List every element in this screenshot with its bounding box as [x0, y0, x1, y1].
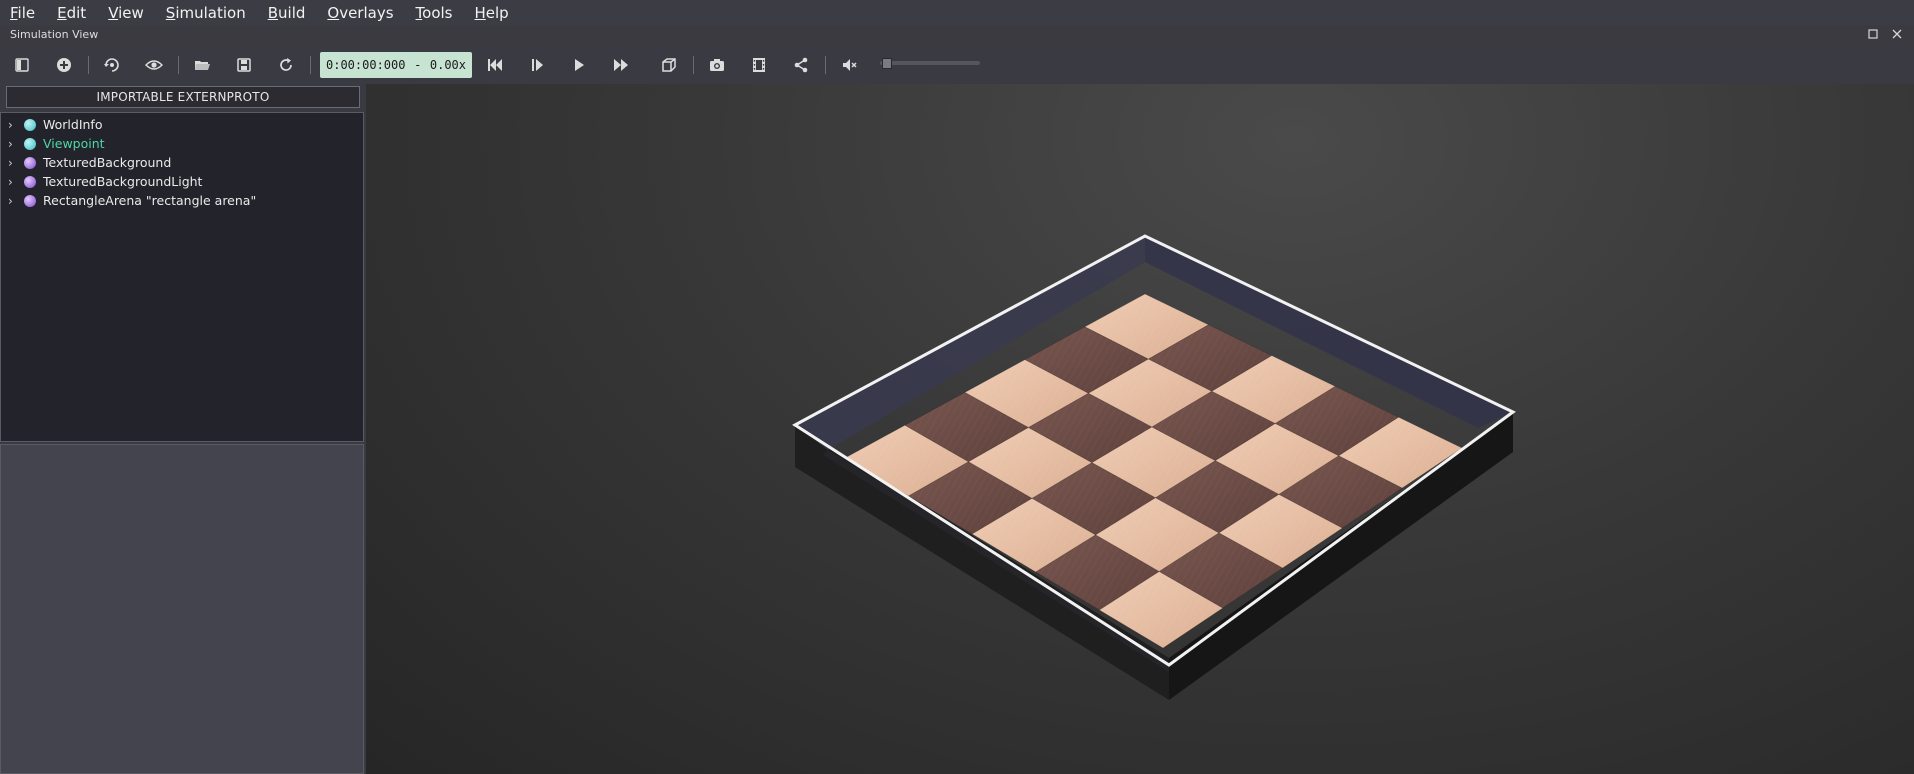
chevron-right-icon[interactable]: › [8, 175, 20, 189]
maximize-icon[interactable] [1866, 28, 1880, 42]
menu-tools[interactable]: Tools [412, 2, 457, 24]
arena-render [792, 234, 1516, 700]
step-button[interactable] [523, 52, 551, 78]
menu-view[interactable]: View [104, 2, 148, 24]
tree-item-texturedbackground[interactable]: › TexturedBackground [1, 153, 171, 172]
skip-back-icon [488, 59, 502, 71]
chevron-right-icon[interactable]: › [8, 156, 20, 170]
reset-simulation-button[interactable] [481, 52, 509, 78]
record-movie-button[interactable] [745, 52, 773, 78]
camera-icon [710, 59, 724, 71]
menu-file[interactable]: File [6, 2, 39, 24]
3d-view[interactable] [366, 84, 1914, 774]
tree-item-rectanglearena[interactable]: › RectangleArena "rectangle arena" [1, 191, 256, 210]
toolbar-playback [0, 46, 1914, 84]
proto-node-icon [24, 175, 36, 188]
volume-slider-track[interactable] [880, 61, 980, 65]
importable-externproto-button[interactable]: IMPORTABLE EXTERNPROTO [6, 86, 360, 108]
render-toggle-button[interactable] [655, 52, 683, 78]
proto-node-icon [24, 194, 36, 207]
node-icon [24, 118, 36, 131]
fast-forward-icon [614, 59, 628, 71]
chevron-right-icon[interactable]: › [8, 118, 20, 132]
menu-help[interactable]: Help [471, 2, 513, 24]
volume-slider-handle[interactable] [882, 58, 892, 69]
share-button[interactable] [787, 52, 815, 78]
menu-build[interactable]: Build [264, 2, 310, 24]
cube-icon [662, 58, 676, 72]
tree-item-texturedbackgroundlight[interactable]: › TexturedBackgroundLight [1, 172, 202, 191]
tree-item-viewpoint[interactable]: › Viewpoint [1, 134, 105, 153]
tree-item-worldinfo[interactable]: › WorldInfo [1, 115, 102, 134]
webots-window: File Edit View Simulation Build Overlays… [0, 0, 1914, 774]
chevron-right-icon[interactable]: › [8, 194, 20, 208]
play-icon [575, 59, 584, 71]
dock-title: Simulation View [10, 28, 99, 41]
menu-edit[interactable]: Edit [53, 2, 90, 24]
film-icon [753, 58, 765, 72]
node-icon [24, 137, 36, 150]
play-button[interactable] [565, 52, 593, 78]
close-icon[interactable] [1890, 28, 1904, 42]
screenshot-button[interactable] [703, 52, 731, 78]
speaker-mute-icon [843, 59, 857, 71]
fast-forward-button[interactable] [607, 52, 635, 78]
chevron-right-icon[interactable]: › [8, 137, 20, 151]
share-icon [794, 57, 808, 73]
proto-node-icon [24, 156, 36, 169]
mute-button[interactable] [836, 52, 864, 78]
scene-tree: › WorldInfo › Viewpoint › TexturedBackgr… [0, 112, 364, 442]
menu-simulation[interactable]: Simulation [162, 2, 250, 24]
menu-overlays[interactable]: Overlays [323, 2, 397, 24]
menubar: File Edit View Simulation Build Overlays… [0, 0, 1914, 25]
field-editor-panel [0, 444, 364, 774]
step-icon [532, 59, 543, 71]
